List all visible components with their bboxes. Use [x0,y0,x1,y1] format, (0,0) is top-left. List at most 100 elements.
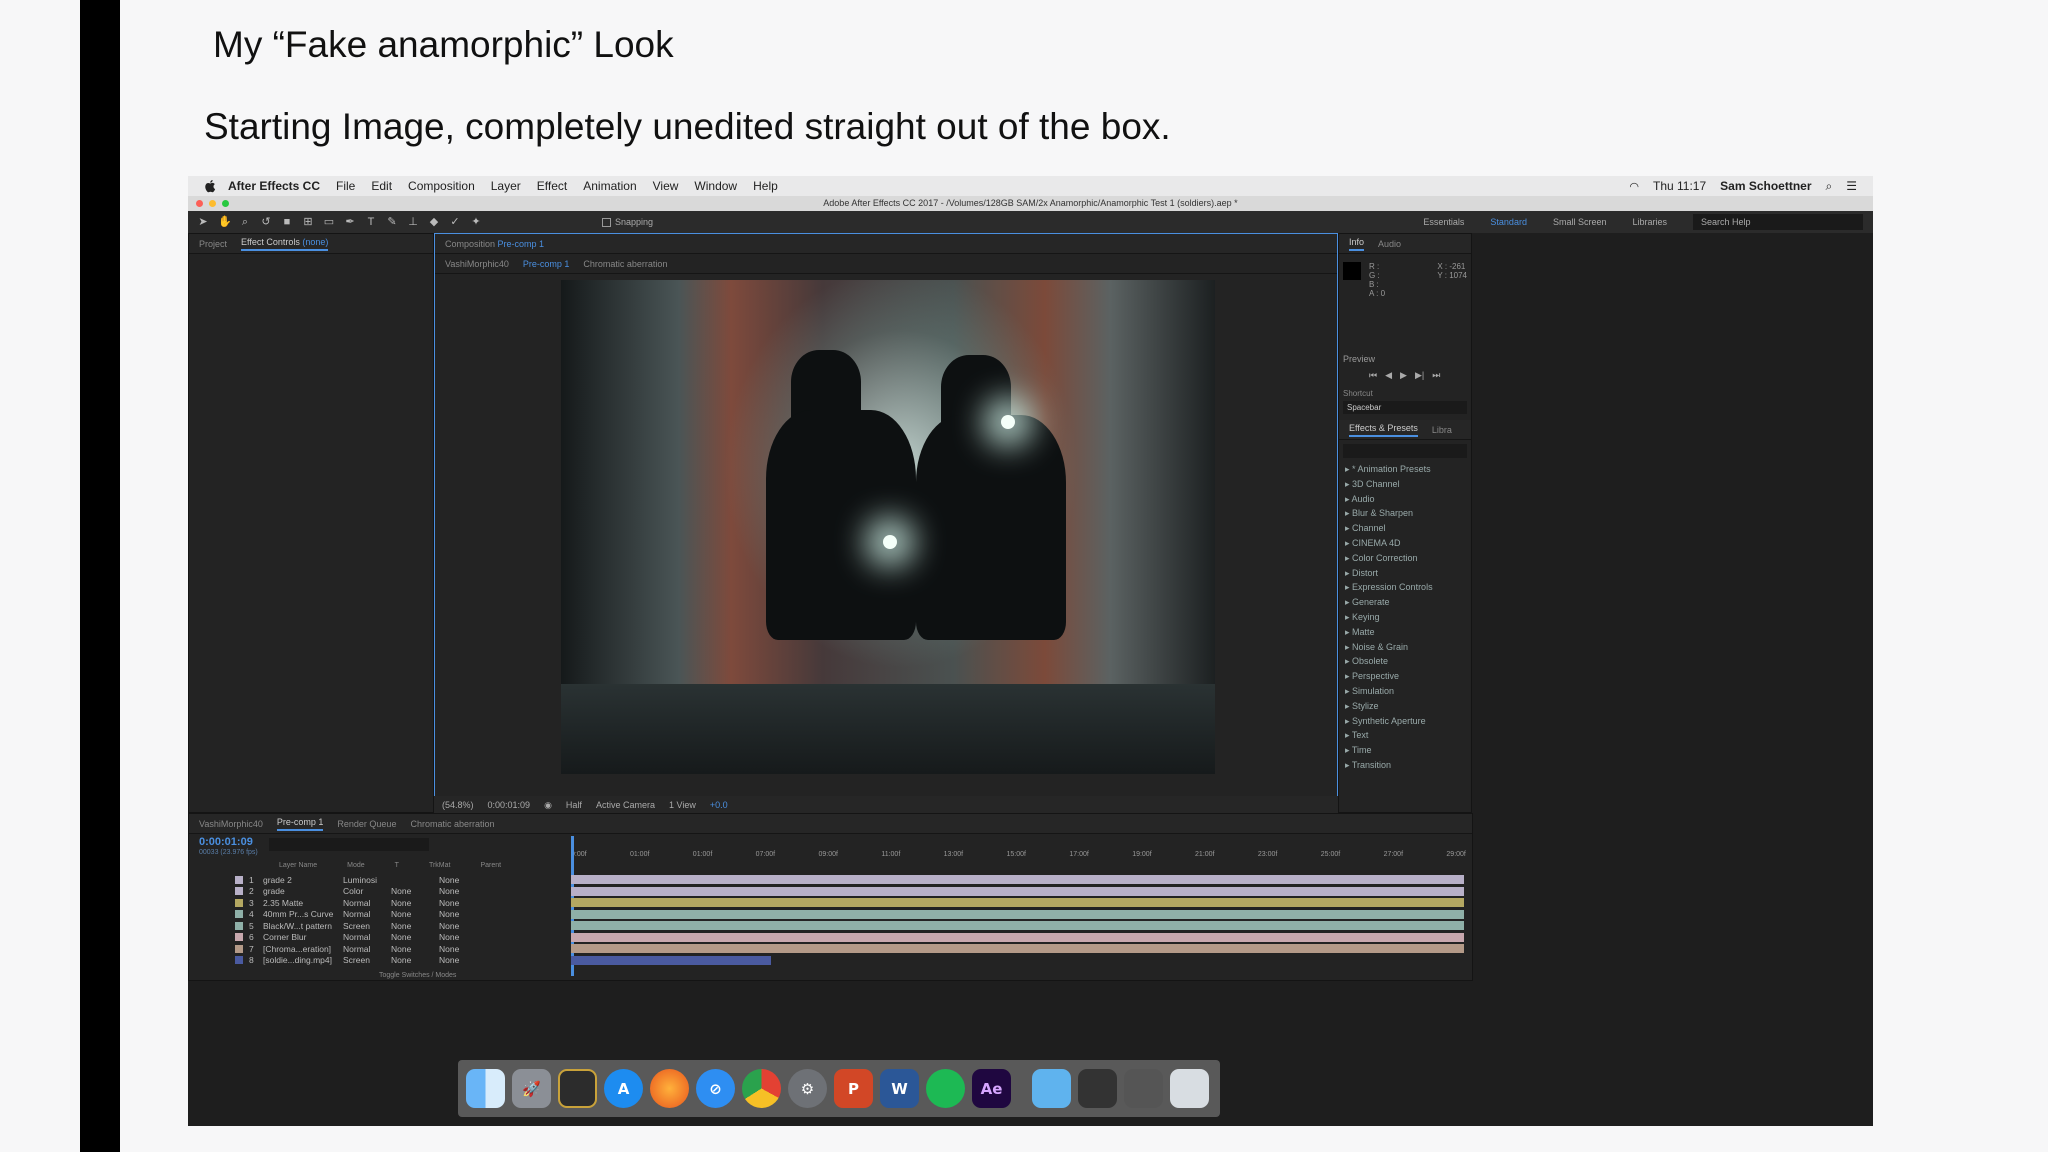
timeline-tab-vashimorphic[interactable]: VashiMorphic40 [199,819,263,829]
apple-icon[interactable] [204,179,218,193]
layer-parent[interactable]: None [439,898,499,908]
menu-help[interactable]: Help [753,179,778,193]
puppet-tool-icon[interactable]: ✦ [470,216,482,228]
folder-icon[interactable] [1032,1069,1071,1108]
layer-mode[interactable]: Normal [343,944,391,954]
menubar-user[interactable]: Sam Schoettner [1720,179,1811,193]
layer-mode[interactable]: Color [343,886,391,896]
header-trkmat[interactable]: TrkMat [429,862,451,873]
shortcut-select[interactable]: Spacebar [1343,401,1467,414]
spotlight-icon[interactable]: ⌕ [1826,179,1833,194]
zoom-button[interactable] [222,200,229,207]
minimize-button[interactable] [209,200,216,207]
rectangle-tool-icon[interactable]: ▭ [323,216,335,228]
powerpoint-icon[interactable]: P [834,1069,873,1108]
layer-trkmat[interactable]: None [391,909,439,919]
rotate-tool-icon[interactable]: ↺ [260,216,272,228]
breadcrumb-vashimorphic[interactable]: VashiMorphic40 [445,259,509,269]
layer-name[interactable]: [soldie...ding.mp4] [263,955,343,965]
menubar-clock[interactable]: Thu 11:17 [1653,179,1706,193]
type-tool-icon[interactable]: T [365,216,377,228]
spotify-icon[interactable] [926,1069,965,1108]
effects-category[interactable]: ▸ CINEMA 4D [1345,536,1471,551]
workspace-essentials[interactable]: Essentials [1423,217,1464,227]
window-icon[interactable] [1124,1069,1163,1108]
timeline-tab-chromatic[interactable]: Chromatic aberration [410,819,494,829]
menu-app-name[interactable]: After Effects CC [228,179,320,193]
timeline-search-input[interactable] [269,838,429,851]
menu-file[interactable]: File [336,179,355,193]
layer-mode[interactable]: Screen [343,921,391,931]
layer-label-color[interactable] [235,921,243,930]
exposure-value[interactable]: +0.0 [710,800,728,810]
layer-trkmat[interactable]: None [391,944,439,954]
layer-parent[interactable]: None [439,932,499,942]
view-layout-select[interactable]: 1 View [669,800,696,810]
app-store-icon[interactable]: A [604,1069,643,1108]
pan-behind-tool-icon[interactable]: ⊞ [302,216,314,228]
breadcrumb-precomp[interactable]: Pre-comp 1 [523,259,570,269]
system-preferences-icon[interactable]: ⚙ [788,1069,827,1108]
window-icon[interactable] [1078,1069,1117,1108]
effects-category[interactable]: ▸ Obsolete [1345,654,1471,669]
header-layer-name[interactable]: Layer Name [279,862,317,873]
layer-trkmat[interactable]: None [391,932,439,942]
layer-name[interactable]: [Chroma...eration] [263,944,343,954]
effects-category[interactable]: ▸ Transition [1345,758,1471,773]
effects-category[interactable]: ▸ Noise & Grain [1345,640,1471,655]
brush-tool-icon[interactable]: ✎ [386,216,398,228]
magnification-value[interactable]: (54.8%) [442,800,474,810]
layer-mode[interactable]: Luminosi [343,875,391,885]
close-button[interactable] [196,200,203,207]
next-frame-icon[interactable]: ▶| [1415,370,1424,381]
photo-booth-icon[interactable] [558,1069,597,1108]
firefox-icon[interactable] [650,1069,689,1108]
tab-audio[interactable]: Audio [1378,239,1401,249]
layer-parent[interactable]: None [439,875,499,885]
chrome-icon[interactable] [742,1069,781,1108]
timeline-tab-render-queue[interactable]: Render Queue [337,819,396,829]
layer-duration-bar[interactable] [571,898,1464,907]
time-ruler[interactable]: 0:00f 01:00f 01:00f 07:00f 09:00f 11:00f… [571,838,1466,858]
effects-category[interactable]: ▸ Audio [1345,492,1471,507]
layer-mode[interactable]: Normal [343,898,391,908]
hand-tool-icon[interactable]: ✋ [218,216,232,228]
roto-brush-tool-icon[interactable]: ✓ [449,216,461,228]
header-t[interactable]: T [395,862,399,873]
layer-row[interactable]: 3 2.35 Matte Normal None None [189,897,569,908]
wifi-icon[interactable]: ◠ [1629,180,1639,193]
word-icon[interactable]: W [880,1069,919,1108]
layer-duration-bar[interactable] [571,932,1464,942]
layer-row[interactable]: 5 Black/W...t pattern Screen None None [189,920,569,931]
layer-label-color[interactable] [235,933,243,941]
layer-label-color[interactable] [235,944,243,953]
effects-category[interactable]: ▸ Expression Controls [1345,580,1471,595]
tab-effect-controls[interactable]: Effect Controls (none) [241,237,329,251]
prev-frame-icon[interactable]: ◀ [1385,370,1392,381]
resolution-select[interactable]: Half [566,800,582,810]
viewer-timecode[interactable]: 0:00:01:09 [488,800,531,810]
header-parent[interactable]: Parent [480,862,501,873]
layer-parent[interactable]: None [439,944,499,954]
layer-mode[interactable]: Screen [343,955,391,965]
layer-duration-bar[interactable] [571,886,1464,896]
layer-name[interactable]: 40mm Pr...s Curve [263,909,343,919]
effects-category[interactable]: ▸ Channel [1345,521,1471,536]
layer-mode[interactable]: Normal [343,932,391,942]
menu-edit[interactable]: Edit [371,179,392,193]
layer-name[interactable]: 2.35 Matte [263,898,343,908]
layer-duration-bar[interactable] [571,944,1464,953]
play-icon[interactable]: ▶ [1400,370,1407,381]
camera-select[interactable]: Active Camera [596,800,655,810]
launchpad-icon[interactable]: 🚀 [512,1069,551,1108]
notification-center-icon[interactable]: ☰ [1846,179,1857,193]
layer-name[interactable]: Black/W...t pattern [263,921,343,931]
layer-parent[interactable]: None [439,921,499,931]
clone-stamp-tool-icon[interactable]: ⊥ [407,216,419,228]
timeline-timecode[interactable]: 0:00:01:09 [199,836,253,848]
layer-trkmat[interactable]: None [391,921,439,931]
effects-category[interactable]: ▸ Time [1345,743,1471,758]
selection-tool-icon[interactable]: ➤ [197,216,209,228]
tab-effects-presets[interactable]: Effects & Presets [1349,423,1418,437]
tab-project[interactable]: Project [199,239,227,249]
